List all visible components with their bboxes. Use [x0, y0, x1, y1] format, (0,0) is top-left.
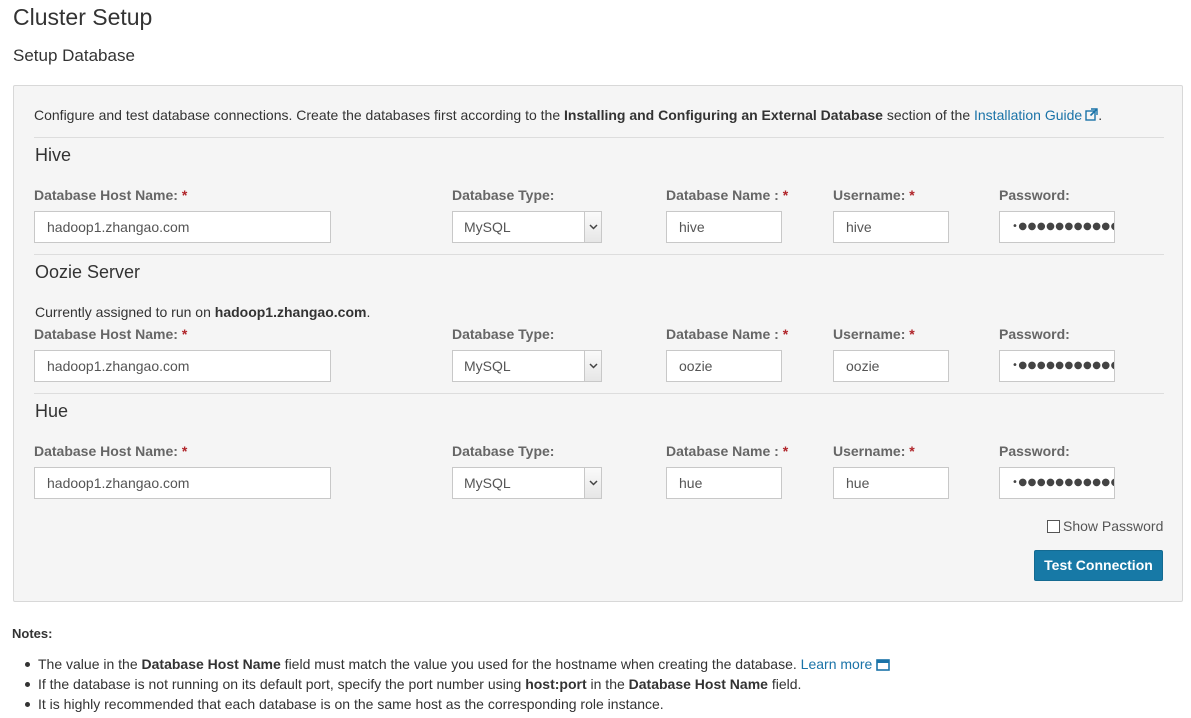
note-bold: host:port [525, 676, 587, 692]
required-mark: * [782, 326, 789, 342]
chevron-down-icon [584, 212, 601, 242]
list-item: It is highly recommended that each datab… [24, 695, 890, 715]
host-label: Database Host Name: * [34, 187, 187, 203]
db-name-label: Database Name : * [666, 187, 788, 203]
page-title: Cluster Setup [13, 4, 153, 30]
username-label-text: Username: [833, 326, 906, 342]
note-text: The value in the [38, 656, 142, 672]
db-name-label-text: Database Name : [666, 443, 779, 459]
username-label-text: Username: [833, 187, 906, 203]
required-mark: * [909, 443, 915, 459]
password-label: Password: [999, 326, 1070, 342]
type-label: Database Type: [452, 443, 555, 459]
intro-text-part: section of the [882, 107, 974, 123]
chevron-down-icon [584, 351, 601, 381]
note-bold: Database Host Name [141, 656, 281, 672]
divider [34, 254, 1164, 255]
show-password-label: Show Password [1063, 518, 1164, 534]
assigned-suffix: . [366, 304, 371, 320]
password-label: Password: [999, 187, 1070, 203]
note-text: in the [586, 676, 629, 692]
hive-db-name-input[interactable]: hive [666, 211, 782, 243]
host-label-text: Database Host Name: [34, 187, 178, 203]
assigned-host: hadoop1.zhangao.com [214, 304, 367, 320]
hive-db-type-value: MySQL [464, 219, 511, 235]
note-text: If the database is not running on its de… [38, 676, 526, 692]
required-mark: * [909, 187, 915, 203]
host-label: Database Host Name: * [34, 326, 187, 342]
external-link-icon [1085, 108, 1098, 124]
note-text: field must match the value you used for … [280, 656, 801, 672]
hive-host-input[interactable]: hadoop1.zhangao.com [34, 211, 331, 243]
host-label-text: Database Host Name: [34, 326, 178, 342]
installation-guide-link[interactable]: Installation Guide [974, 107, 1098, 123]
oozie-db-type-value: MySQL [464, 358, 511, 374]
host-label-text: Database Host Name: [34, 443, 178, 459]
username-label: Username: * [833, 443, 915, 459]
hue-host-input[interactable]: hadoop1.zhangao.com [34, 467, 331, 499]
oozie-db-type-select[interactable]: MySQL [452, 350, 602, 382]
oozie-db-name-input[interactable]: oozie [666, 350, 782, 382]
hue-db-name-input[interactable]: hue [666, 467, 782, 499]
hive-db-type-select[interactable]: MySQL [452, 211, 602, 243]
oozie-host-input[interactable]: hadoop1.zhangao.com [34, 350, 331, 382]
show-password-checkbox[interactable] [1047, 519, 1060, 533]
database-setup-panel: Configure and test database connections.… [13, 85, 1183, 602]
username-label: Username: * [833, 326, 915, 342]
installation-guide-link-label: Installation Guide [974, 107, 1083, 123]
host-label: Database Host Name: * [34, 443, 187, 459]
db-name-label: Database Name : * [666, 326, 788, 342]
note-bold: Database Host Name [628, 676, 768, 692]
divider [34, 137, 1164, 138]
password-label: Password: [999, 443, 1070, 459]
hue-db-type-select[interactable]: MySQL [452, 467, 602, 499]
divider [34, 393, 1164, 394]
hue-db-type-value: MySQL [464, 475, 511, 491]
oozie-username-input[interactable]: oozie [833, 350, 949, 382]
learn-more-link[interactable]: Learn more [801, 656, 891, 672]
intro-text-part: Configure and test database connections.… [34, 107, 564, 123]
note-text: It is highly recommended that each datab… [38, 696, 664, 712]
new-window-icon [876, 657, 891, 675]
username-label: Username: * [833, 187, 915, 203]
required-mark: * [181, 443, 188, 459]
intro-text-part: . [1098, 107, 1103, 123]
intro-text: Configure and test database connections.… [34, 107, 1102, 124]
show-password-toggle[interactable]: Show Password [1047, 518, 1163, 534]
note-text: field. [767, 676, 802, 692]
section-title-hue: Hue [35, 401, 69, 421]
db-name-label-text: Database Name : [666, 326, 779, 342]
db-name-label-text: Database Name : [666, 187, 779, 203]
list-item: The value in the Database Host Name fiel… [24, 655, 891, 675]
intro-bold-text: Installing and Configuring an External D… [564, 107, 883, 123]
oozie-password-input[interactable]: •●●●●●●●●●●● [999, 350, 1115, 382]
required-mark: * [181, 326, 188, 342]
oozie-assigned-text: Currently assigned to run on hadoop1.zha… [35, 304, 370, 320]
page-subtitle: Setup Database [13, 46, 135, 65]
required-mark: * [782, 187, 789, 203]
username-label-text: Username: [833, 443, 906, 459]
notes-title: Notes: [12, 626, 53, 641]
section-title-oozie: Oozie Server [35, 262, 141, 282]
hue-username-input[interactable]: hue [833, 467, 949, 499]
required-mark: * [782, 443, 789, 459]
section-title-hive: Hive [35, 145, 72, 165]
type-label: Database Type: [452, 326, 555, 342]
hive-username-input[interactable]: hive [833, 211, 949, 243]
required-mark: * [181, 187, 188, 203]
db-name-label: Database Name : * [666, 443, 788, 459]
notes-list: The value in the Database Host Name fiel… [24, 655, 891, 715]
type-label: Database Type: [452, 187, 555, 203]
test-connection-button[interactable]: Test Connection [1034, 550, 1163, 581]
hive-password-input[interactable]: •●●●●●●●●●●● [999, 211, 1115, 243]
assigned-prefix: Currently assigned to run on [35, 304, 215, 320]
learn-more-label: Learn more [800, 656, 873, 672]
list-item: If the database is not running on its de… [24, 675, 890, 695]
chevron-down-icon [584, 468, 601, 498]
required-mark: * [909, 326, 915, 342]
hue-password-input[interactable]: •●●●●●●●●●●● [999, 467, 1115, 499]
